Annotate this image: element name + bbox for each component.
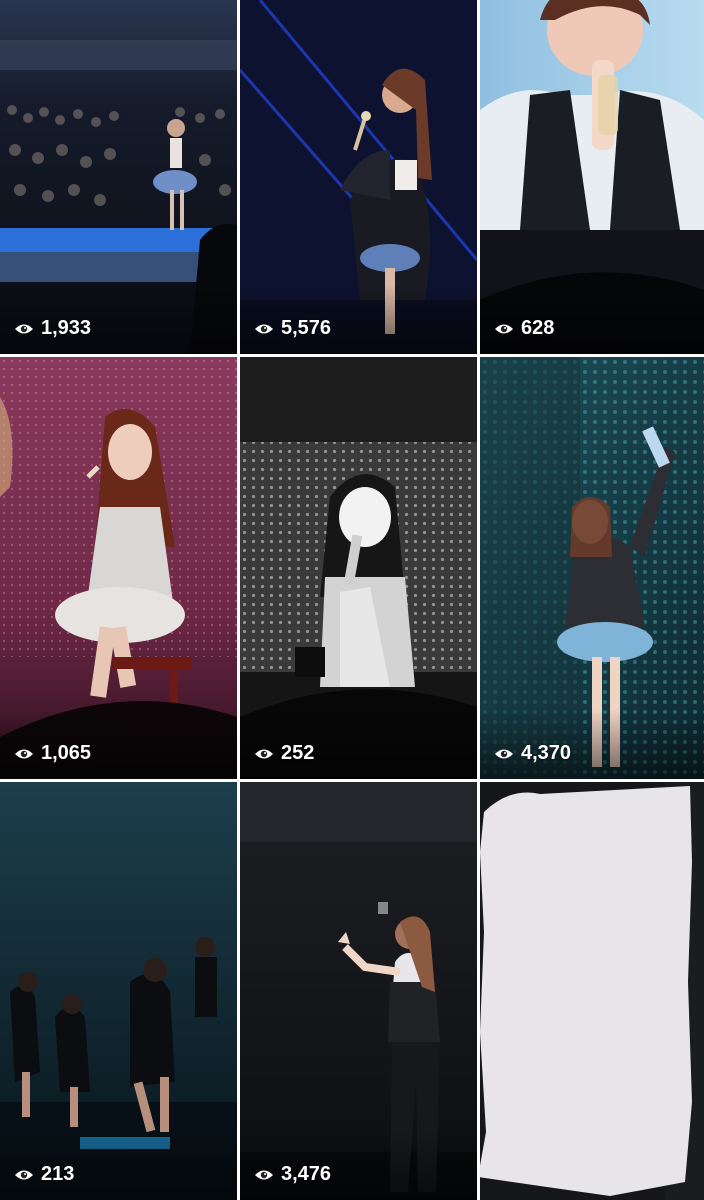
post-tile-9-redacted[interactable] <box>480 782 704 1200</box>
eye-icon <box>495 749 513 758</box>
post-tile-3[interactable]: 628 <box>480 0 704 354</box>
eye-icon <box>15 749 33 758</box>
post-tile-8[interactable]: 3,476 <box>240 782 477 1200</box>
eye-icon <box>15 324 33 333</box>
post-tile-1[interactable]: 1,933 <box>0 0 237 354</box>
view-count: 5,576 <box>254 317 331 340</box>
eye-icon <box>255 749 273 758</box>
eye-icon <box>255 324 273 333</box>
view-count-value: 252 <box>281 742 315 764</box>
view-count-value: 3,476 <box>281 1163 332 1185</box>
view-count-value: 5,576 <box>281 317 332 339</box>
view-count: 628 <box>494 317 554 340</box>
eye-icon <box>495 324 513 333</box>
view-count-value: 4,370 <box>521 742 572 764</box>
post-tile-6[interactable]: 4,370 <box>480 357 704 779</box>
post-tile-7[interactable]: 213 <box>0 782 237 1200</box>
post-tile-2[interactable]: 5,576 <box>240 0 477 354</box>
post-tile-4[interactable]: 1,065 <box>0 357 237 779</box>
view-count-value: 213 <box>41 1163 75 1185</box>
post-thumbnail <box>480 782 704 1200</box>
view-count-value: 628 <box>521 317 555 339</box>
view-count-value: 1,065 <box>41 742 92 764</box>
view-count: 252 <box>254 742 314 765</box>
view-count: 1,933 <box>14 317 91 340</box>
post-tile-5[interactable]: 252 <box>240 357 477 779</box>
view-count-value: 1,933 <box>41 317 92 339</box>
post-grid: 1,933 5,576 628 1,065 252 4,370 213 3,47… <box>0 0 704 1200</box>
view-count: 4,370 <box>494 742 571 765</box>
view-count: 3,476 <box>254 1163 331 1186</box>
view-count: 1,065 <box>14 742 91 765</box>
view-count: 213 <box>14 1163 74 1186</box>
eye-icon <box>255 1170 273 1179</box>
eye-icon <box>15 1170 33 1179</box>
